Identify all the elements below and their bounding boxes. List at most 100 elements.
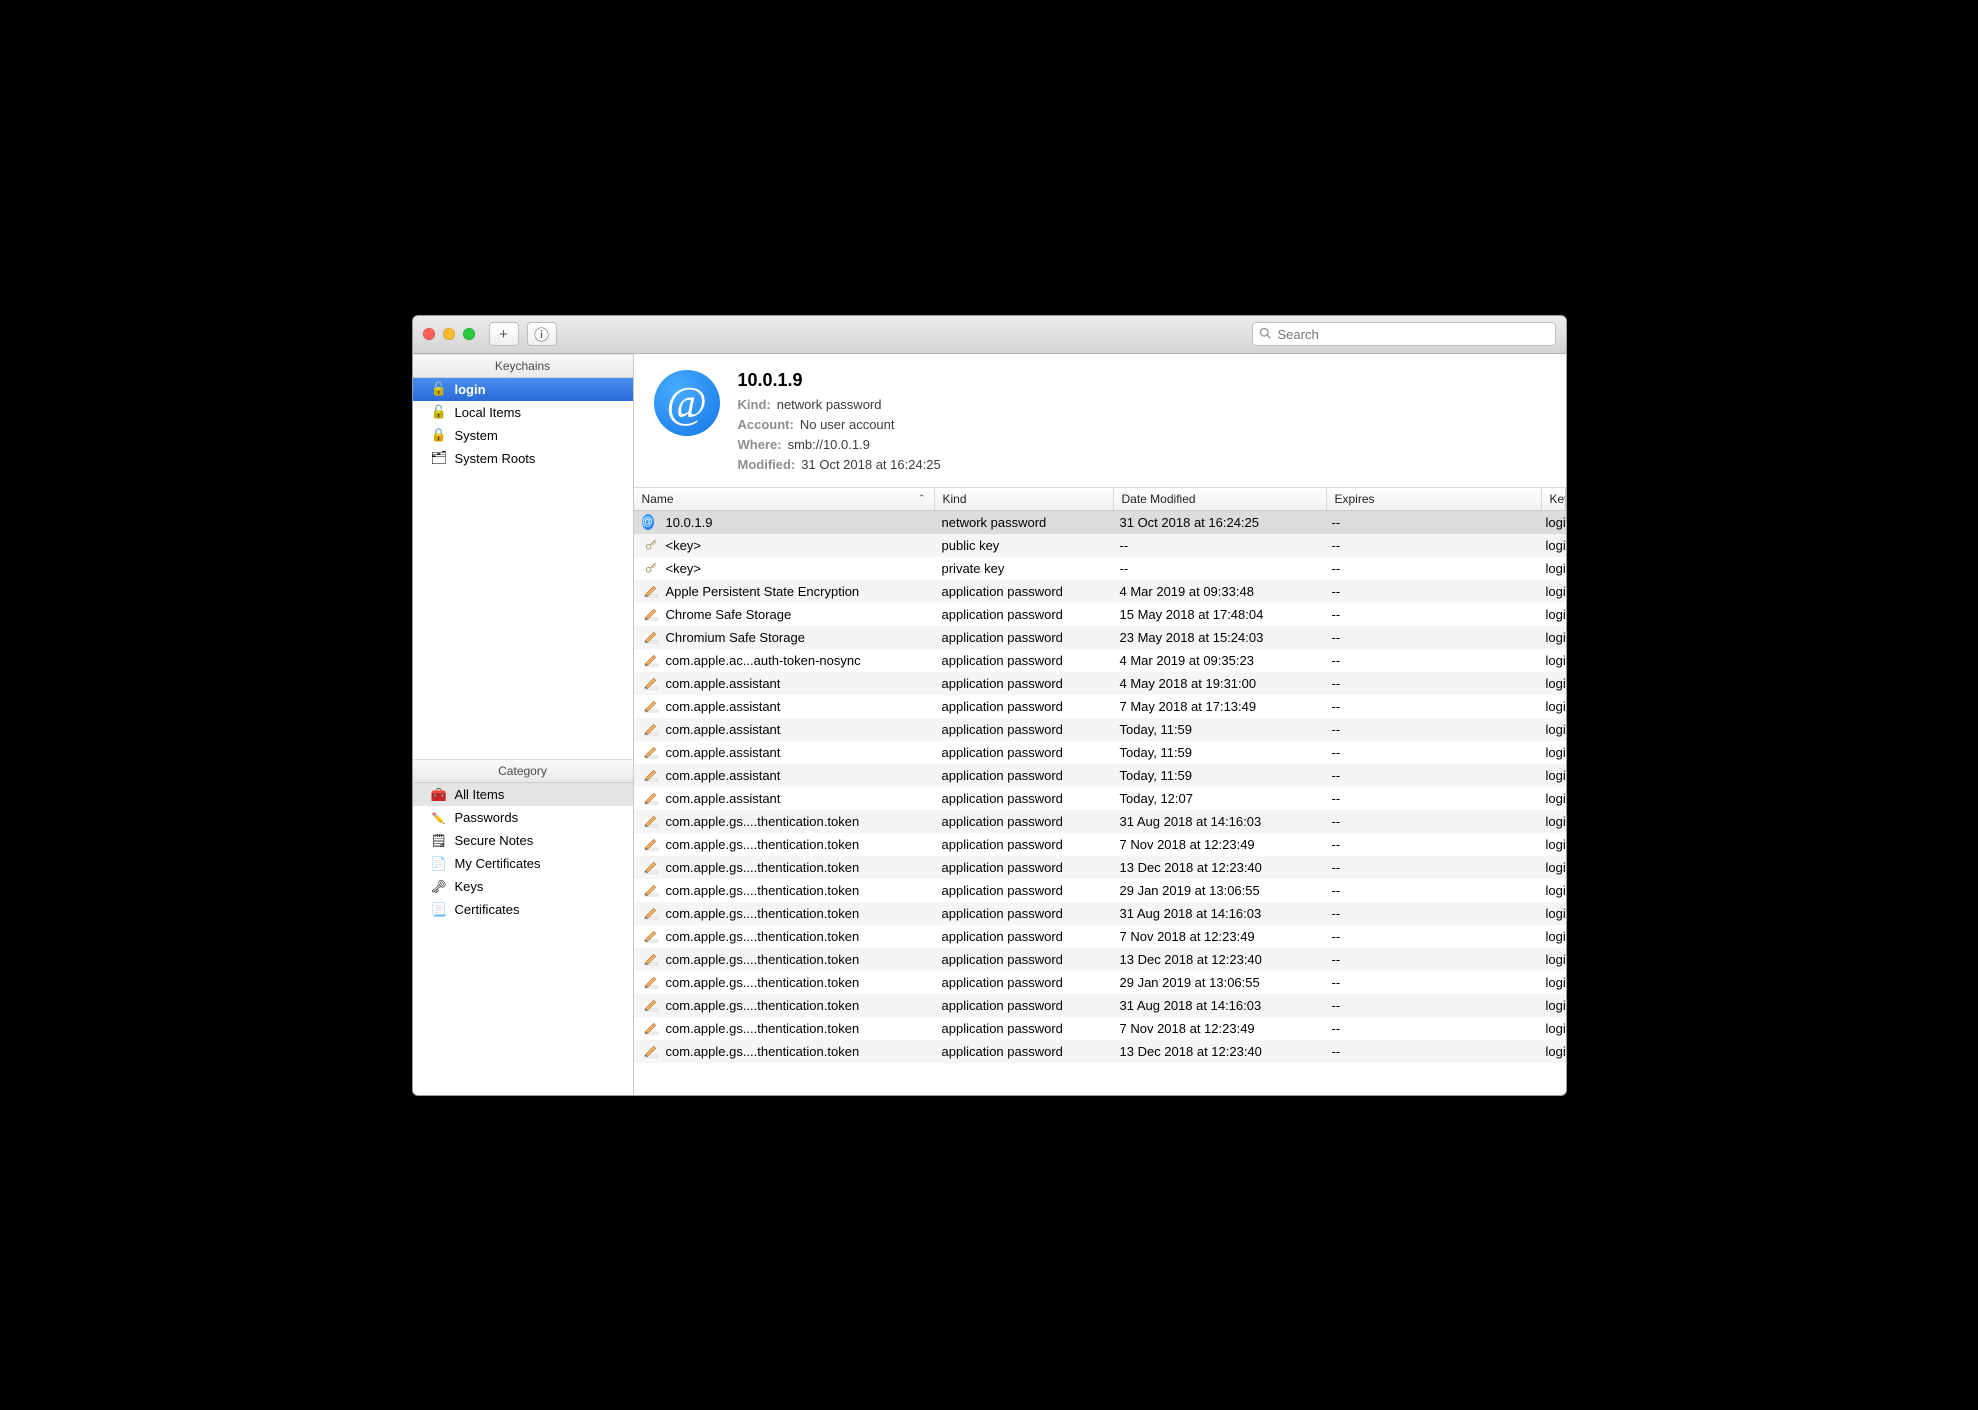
table-row[interactable]: com.apple.assistantapplication passwordT… xyxy=(634,764,1566,787)
sidebar-item-keychain[interactable]: System Roots xyxy=(413,447,633,470)
sidebar-item-category[interactable]: Keys xyxy=(413,875,633,898)
cell-kind: application password xyxy=(934,994,1112,1017)
close-icon[interactable] xyxy=(423,328,435,340)
table-row[interactable]: com.apple.gs....thentication.tokenapplic… xyxy=(634,971,1566,994)
items-table[interactable]: Name ⌃ Kind Date Modified Expires Keycha… xyxy=(634,488,1566,1095)
cell-name: com.apple.assistant xyxy=(634,741,934,764)
cell-name-text: com.apple.gs....thentication.token xyxy=(666,952,860,967)
cell-name-text: Chrome Safe Storage xyxy=(666,607,792,622)
pencil-icon xyxy=(642,698,660,714)
cell-date: Today, 12:07 xyxy=(1112,787,1324,810)
column-header-name[interactable]: Name ⌃ xyxy=(634,488,935,510)
cell-name: com.apple.gs....thentication.token xyxy=(634,971,934,994)
column-header-expires[interactable]: Expires xyxy=(1327,488,1542,510)
sidebar-item-label: System xyxy=(455,428,498,443)
cell-kind: private key xyxy=(934,557,1112,580)
cell-keychain: login xyxy=(1538,994,1566,1017)
cell-kind: application password xyxy=(934,672,1112,695)
at-icon: @ xyxy=(654,370,720,436)
cell-date: 31 Aug 2018 at 14:16:03 xyxy=(1112,902,1324,925)
table-row[interactable]: Chromium Safe Storageapplication passwor… xyxy=(634,626,1566,649)
sidebar-item-label: System Roots xyxy=(455,451,536,466)
detail-text: 10.0.1.9 Kind:network password Account:N… xyxy=(738,370,941,475)
table-row[interactable]: com.apple.gs....thentication.tokenapplic… xyxy=(634,948,1566,971)
table-row[interactable]: com.apple.gs....thentication.tokenapplic… xyxy=(634,925,1566,948)
sidebar-item-category[interactable]: All Items xyxy=(413,783,633,806)
pencil-icon xyxy=(642,790,660,806)
table-row[interactable]: com.apple.assistantapplication passwordT… xyxy=(634,741,1566,764)
table-row[interactable]: com.apple.assistantapplication password4… xyxy=(634,672,1566,695)
add-button[interactable]: + xyxy=(489,322,519,346)
minimize-icon[interactable] xyxy=(443,328,455,340)
table-row[interactable]: com.apple.assistantapplication passwordT… xyxy=(634,787,1566,810)
cell-name-text: com.apple.gs....thentication.token xyxy=(666,929,860,944)
cell-date: 23 May 2018 at 15:24:03 xyxy=(1112,626,1324,649)
zoom-icon[interactable] xyxy=(463,328,475,340)
table-row[interactable]: <key>public key----login xyxy=(634,534,1566,557)
sidebar: Keychains loginLocal ItemsSystemSystem R… xyxy=(413,354,634,1095)
cell-name-text: com.apple.assistant xyxy=(666,791,781,806)
sidebar-item-category[interactable]: My Certificates xyxy=(413,852,633,875)
search-icon xyxy=(1259,327,1271,342)
cell-keychain: login xyxy=(1538,741,1566,764)
pencil-icon xyxy=(642,974,660,990)
pencil-icon xyxy=(642,905,660,921)
cell-name-text: com.apple.ac...auth-token-nosync xyxy=(666,653,861,668)
cell-expires: -- xyxy=(1324,764,1538,787)
cell-expires: -- xyxy=(1324,1040,1538,1063)
cell-keychain: login xyxy=(1538,902,1566,925)
cell-name-text: com.apple.assistant xyxy=(666,745,781,760)
cell-name: com.apple.assistant xyxy=(634,695,934,718)
sidebar-item-keychain[interactable]: System xyxy=(413,424,633,447)
sidebar-item-category[interactable]: Passwords xyxy=(413,806,633,829)
pencil-icon xyxy=(642,951,660,967)
table-row[interactable]: com.apple.gs....thentication.tokenapplic… xyxy=(634,833,1566,856)
detail-kind-label: Kind: xyxy=(738,395,771,415)
table-row[interactable]: @10.0.1.9network password31 Oct 2018 at … xyxy=(634,511,1566,534)
pencil-icon xyxy=(642,836,660,852)
table-header-row: Name ⌃ Kind Date Modified Expires Keycha… xyxy=(634,488,1566,511)
table-row[interactable]: Chrome Safe Storageapplication password1… xyxy=(634,603,1566,626)
cell-keychain: login xyxy=(1538,511,1566,534)
cell-name: com.apple.assistant xyxy=(634,672,934,695)
table-row[interactable]: com.apple.gs....thentication.tokenapplic… xyxy=(634,856,1566,879)
table-row[interactable]: com.apple.gs....thentication.tokenapplic… xyxy=(634,879,1566,902)
cell-expires: -- xyxy=(1324,603,1538,626)
plus-icon: + xyxy=(499,326,508,343)
info-button[interactable]: ⓘ xyxy=(527,322,557,346)
search-input[interactable] xyxy=(1276,326,1549,343)
sidebar-item-category[interactable]: Secure Notes xyxy=(413,829,633,852)
cell-name-text: com.apple.assistant xyxy=(666,768,781,783)
table-row[interactable]: com.apple.gs....thentication.tokenapplic… xyxy=(634,1017,1566,1040)
table-row[interactable]: com.apple.gs....thentication.tokenapplic… xyxy=(634,810,1566,833)
cell-keychain: login xyxy=(1538,580,1566,603)
column-header-name-label: Name xyxy=(642,492,674,506)
sidebar-item-keychain[interactable]: login xyxy=(413,378,633,401)
sidebar-item-keychain[interactable]: Local Items xyxy=(413,401,633,424)
cell-kind: application password xyxy=(934,649,1112,672)
table-row[interactable]: com.apple.gs....thentication.tokenapplic… xyxy=(634,902,1566,925)
cell-keychain: login xyxy=(1538,557,1566,580)
column-header-date[interactable]: Date Modified xyxy=(1114,488,1327,510)
traffic-lights xyxy=(423,328,475,340)
column-header-keychain[interactable]: Keychain xyxy=(1542,488,1566,510)
cell-expires: -- xyxy=(1324,948,1538,971)
table-row[interactable]: com.apple.assistantapplication password7… xyxy=(634,695,1566,718)
pencil-icon xyxy=(642,882,660,898)
search-field[interactable] xyxy=(1252,322,1556,346)
sidebar-item-label: My Certificates xyxy=(455,856,541,871)
cell-keychain: login xyxy=(1538,626,1566,649)
table-row[interactable]: com.apple.gs....thentication.tokenapplic… xyxy=(634,994,1566,1017)
cell-keychain: login xyxy=(1538,833,1566,856)
table-row[interactable]: com.apple.ac...auth-token-nosync applicat… xyxy=(634,649,1566,672)
cell-date: 7 Nov 2018 at 12:23:49 xyxy=(1112,833,1324,856)
table-row[interactable]: Apple Persistent State Encryptionapplica… xyxy=(634,580,1566,603)
table-row[interactable]: <key>private key----login xyxy=(634,557,1566,580)
column-header-kind[interactable]: Kind xyxy=(935,488,1114,510)
cell-expires: -- xyxy=(1324,810,1538,833)
detail-where-value: smb://10.0.1.9 xyxy=(788,437,870,452)
sidebar-item-category[interactable]: Certificates xyxy=(413,898,633,921)
key-icon xyxy=(642,538,660,552)
table-row[interactable]: com.apple.gs....thentication.tokenapplic… xyxy=(634,1040,1566,1063)
table-row[interactable]: com.apple.assistantapplication passwordT… xyxy=(634,718,1566,741)
